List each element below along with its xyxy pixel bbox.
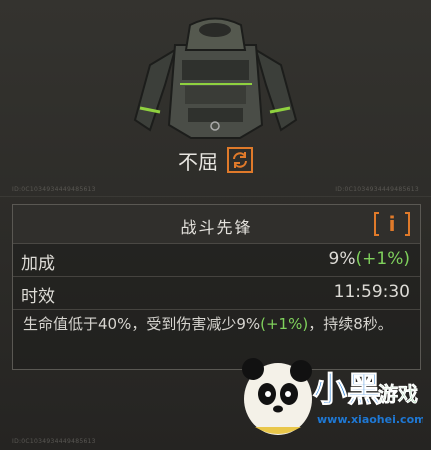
row-divider xyxy=(13,276,420,277)
duration-value: 11:59:30 xyxy=(333,282,410,302)
stat-row-bonus: 加成 9%(+1%) xyxy=(13,245,420,275)
description-delta: (+1%) xyxy=(260,315,309,333)
bonus-value: 9%(+1%) xyxy=(328,249,410,269)
jacket-icon xyxy=(133,17,298,139)
skill-card: 战斗先锋 i 加成 9%(+1%) 时效 11:59:30 生命值低于40%，受… xyxy=(12,204,421,370)
item-code: ID:0C1034934449485613 xyxy=(335,186,419,193)
divider xyxy=(0,196,431,197)
skill-title: 战斗先锋 xyxy=(180,218,253,237)
info-button[interactable]: i xyxy=(374,212,410,236)
skill-header: 战斗先锋 i xyxy=(13,205,420,244)
watermark-logo: 小黑 游戏 www.xiaohei.com xyxy=(233,349,426,444)
stat-row-duration: 时效 11:59:30 xyxy=(13,278,420,308)
row-divider xyxy=(13,309,420,310)
item-code: ID:0C1034934449485613 xyxy=(12,186,96,193)
bonus-label: 加成 xyxy=(21,254,55,274)
item-name-row: 不屈 xyxy=(0,146,431,175)
item-name: 不屈 xyxy=(177,150,218,174)
swap-button[interactable] xyxy=(227,146,254,173)
swap-icon xyxy=(233,151,248,168)
duration-label: 时效 xyxy=(21,287,55,307)
item-code: ID:0C1034934449485613 xyxy=(12,438,96,445)
panda-logo-icon: 小黑 游戏 www.xiaohei.com xyxy=(242,358,426,435)
svg-text:小黑: 小黑 xyxy=(313,370,381,410)
svg-text:www.xiaohei.com: www.xiaohei.com xyxy=(317,413,423,426)
svg-text:游戏: 游戏 xyxy=(378,382,418,406)
item-detail-panel: ID:0C1034934449485613 ID:0C1034934449485… xyxy=(0,0,431,450)
bonus-delta: (+1%) xyxy=(355,249,410,269)
skill-description: 生命值低于40%，受到伤害减少9%(+1%)，持续8秒。 xyxy=(23,315,393,333)
